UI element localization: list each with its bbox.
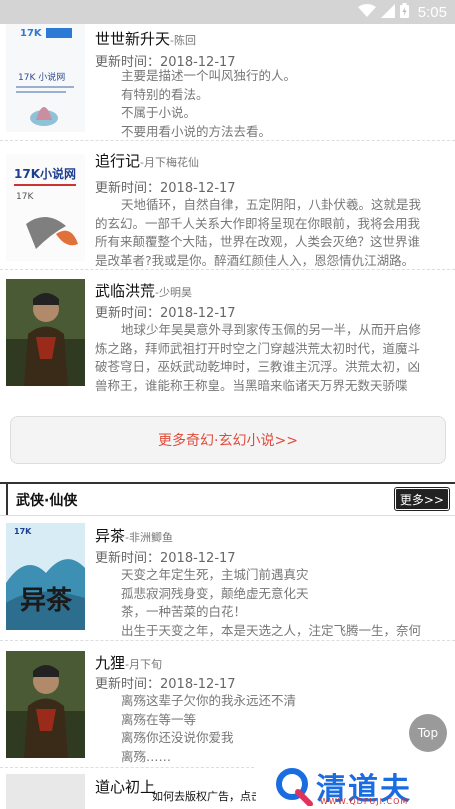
status-bar: 5:05 <box>0 0 455 24</box>
book-title[interactable]: 武临洪荒 <box>95 282 155 300</box>
svg-text:17K: 17K <box>20 28 43 39</box>
book-item[interactable]: 17K 17K 小说网 世世新升天-陈回 更新时间：2018-12-17 主要是… <box>0 24 455 139</box>
desc-line: 有特别的看法。 <box>121 86 209 102</box>
book-cover[interactable] <box>6 279 85 386</box>
book-item[interactable]: 九狸-月下旬 更新时间：2018-12-17 离殇这辈子欠你的我永远还不清 离殇… <box>0 648 455 766</box>
desc-line: 茶，一种苦菜的白花！ <box>121 604 247 619</box>
desc-line: 地球少年吴昊意外寻到家传玉佩的另一半，从而开启修 <box>121 322 422 337</box>
desc-line: 离殇你还没说你爱我 <box>121 730 234 745</box>
desc-line: 孤悲寂洞残身变，颠绝虚无意化天 <box>121 585 309 601</box>
logo-mark-icon <box>274 766 314 809</box>
book-cover[interactable]: 17K 异茶 <box>6 523 85 630</box>
book-title-line[interactable]: 追行记-月下梅花仙 <box>95 150 199 171</box>
book-title[interactable]: 异茶 <box>95 527 125 545</box>
ad-text[interactable]: 如何去版权广告，点击 <box>152 788 262 804</box>
book-description: 天变之年定生死，主城门前遇真灾 孤悲寂洞残身变，颠绝虚无意化天 茶，一种苦菜的白… <box>121 566 445 640</box>
book-cover[interactable]: 17K 17K 小说网 <box>6 24 85 132</box>
book-cover[interactable]: 17K小说网 17K <box>6 154 85 261</box>
desc-line: 离殇这辈子欠你的我永远还不清 <box>121 693 297 708</box>
book-author: -月下梅花仙 <box>140 156 199 169</box>
svg-text:17K: 17K <box>14 527 32 536</box>
book-author: -少明昊 <box>155 286 192 299</box>
desc-line: 兽称王，谁能称王称皇。当黑暗来临诸天万界无数天骄喋 <box>95 377 408 393</box>
book-description: 主要是描述一个叫风独行的人。 有特别的看法。 不属于小说。 不要用看小说的方法去… <box>121 67 455 141</box>
book-title-line[interactable]: 世世新升天-陈回 <box>95 28 196 49</box>
desc-line: 不要用看小说的方法去看。 <box>121 123 272 139</box>
section-more-button[interactable]: 更多>> <box>393 487 451 511</box>
desc-line: 是改革者?我或是你。醉酒红颜佳人入，恩怨情仇江湖路。 <box>95 252 415 268</box>
book-update-time: 更新时间：2018-12-17 <box>95 181 236 196</box>
book-author: -非洲鲫鱼 <box>125 531 173 544</box>
cover-logo-text: 17K小说网 <box>14 166 76 181</box>
desc-line: 不属于小说。 <box>121 105 197 120</box>
book-description: 天地循环，自然自律，五定阴阳，八卦伏羲。这就是我 的玄幻。一部千人关系大作即将呈… <box>95 196 445 270</box>
status-icons: 5:05 <box>357 2 447 22</box>
book-cover[interactable] <box>6 651 85 758</box>
book-title-line[interactable]: 武临洪荒-少明昊 <box>95 280 192 301</box>
divider <box>0 140 455 141</box>
desc-line: 所有来颠覆整个大陆，世界在改观，人类会灭绝？这世界谁 <box>95 234 421 249</box>
ad-logo[interactable]: 清道夫 WWW.QDFUJI.COM <box>256 762 455 809</box>
book-update-time: 更新时间：2018-12-17 <box>95 677 236 692</box>
desc-line: 破苍穹日，巫妖武动乾坤时，三教谁主沉浮。洪荒太初，凶 <box>95 359 421 374</box>
desc-line: 离殇在等一等 <box>121 711 197 727</box>
desc-line: 天变之年定生死，主城门前遇真灾 <box>121 567 309 582</box>
ad-bar[interactable]: 如何去版权广告，点击 清道夫 WWW.QDFUJI.COM <box>0 762 455 809</box>
wifi-icon <box>357 3 376 22</box>
ad-logo-url: WWW.QDFUJI.COM <box>320 797 409 806</box>
book-title-line[interactable]: 九狸-月下旬 <box>95 652 162 673</box>
book-description: 地球少年吴昊意外寻到家传玉佩的另一半，从而开启修 炼之路，拜师武祖打开时空之门穿… <box>95 321 445 395</box>
section-title: 武侠·仙侠 <box>6 484 85 515</box>
book-author: -陈回 <box>170 34 196 47</box>
book-item[interactable]: 17K 异茶 异茶-非洲鲫鱼 更新时间：2018-12-17 天变之年定生死，主… <box>0 521 455 639</box>
book-author: -月下旬 <box>125 658 162 671</box>
desc-line: 炼之路，拜师武祖打开时空之门穿越洪荒太初时代，道魔斗 <box>95 340 421 356</box>
book-title[interactable]: 九狸 <box>95 654 125 672</box>
desc-line: 的玄幻。一部千人关系大作即将呈现在你眼前，我将会用我 <box>95 215 421 231</box>
section-header: 武侠·仙侠 更多>> <box>0 482 455 516</box>
divider <box>0 640 455 641</box>
status-time: 5:05 <box>417 3 447 21</box>
back-to-top-button[interactable]: Top <box>409 714 447 752</box>
book-title-line[interactable]: 异茶-非洲鲫鱼 <box>95 525 173 546</box>
book-description: 离殇这辈子欠你的我永远还不清 离殇在等一等 离殇你还没说你爱我 离殇…… <box>121 692 445 766</box>
desc-line: 主要是描述一个叫风独行的人。 <box>121 68 297 83</box>
book-item[interactable]: 17K小说网 17K 追行记-月下梅花仙 更新时间：2018-12-17 天地循… <box>0 146 455 268</box>
book-title[interactable]: 世世新升天 <box>95 30 170 48</box>
divider <box>0 269 455 270</box>
desc-line: 出生于天变之年，本是天选之人，注定飞腾一生，奈何 <box>121 622 422 638</box>
cover-title-text: 异茶 <box>20 586 73 616</box>
more-category-button[interactable]: 更多奇幻·玄幻小说>> <box>10 416 446 464</box>
battery-icon <box>399 2 409 22</box>
book-update-time: 更新时间：2018-12-17 <box>95 306 236 321</box>
desc-line: 天地循环，自然自律，五定阴阳，八卦伏羲。这就是我 <box>121 197 422 212</box>
svg-text:17K: 17K <box>16 192 34 202</box>
content[interactable]: 17K 17K 小说网 世世新升天-陈回 更新时间：2018-12-17 主要是… <box>0 24 455 809</box>
book-item[interactable]: 武临洪荒-少明昊 更新时间：2018-12-17 地球少年吴昊意外寻到家传玉佩的… <box>0 276 455 394</box>
book-update-time: 更新时间：2018-12-17 <box>95 551 236 566</box>
signal-icon <box>380 3 395 22</box>
cover-logo-text: 17K 小说网 <box>18 71 65 83</box>
book-title[interactable]: 追行记 <box>95 152 140 170</box>
